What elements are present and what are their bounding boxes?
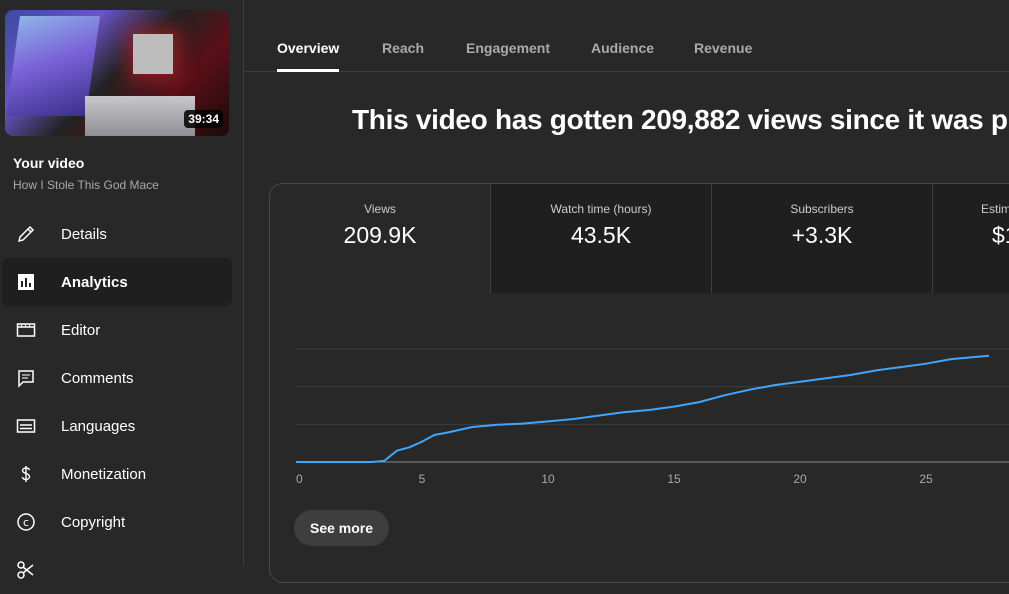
tab-audience[interactable]: Audience — [591, 40, 654, 56]
copyright-icon: c — [16, 512, 36, 532]
sidebar: 39:34 Your video How I Stole This God Ma… — [0, 0, 244, 579]
subtitles-icon — [16, 416, 36, 436]
sidebar-item-label: Monetization — [61, 465, 147, 483]
sidebar-item-label: Languages — [61, 417, 136, 435]
views-series-line — [296, 354, 990, 463]
x-tick-label: 15 — [667, 472, 681, 486]
sidebar-item-label: Analytics — [61, 273, 128, 291]
page-headline: This video has gotten 209,882 views sinc… — [352, 104, 1009, 135]
dollar-icon — [16, 464, 36, 484]
video-title[interactable]: How I Stole This God Mace — [13, 178, 159, 192]
x-tick-label: 10 — [541, 472, 555, 486]
sidebar-item-copyright[interactable]: c Copyright — [2, 498, 232, 546]
tab-reach[interactable]: Reach — [382, 40, 424, 56]
sidebar-item-languages[interactable]: Languages — [2, 402, 232, 450]
x-tick-label: 5 — [419, 472, 426, 486]
sidebar-item-details[interactable]: Details — [2, 210, 232, 258]
scissors-icon — [16, 560, 36, 580]
sidebar-item-editor[interactable]: Editor — [2, 306, 232, 354]
thumbnail-block — [85, 96, 195, 136]
sidebar-item-label: Editor — [61, 321, 101, 339]
video-thumbnail[interactable]: 39:34 — [5, 10, 229, 136]
tab-overview[interactable]: Overview — [277, 40, 339, 56]
sidebar-item-label: Comments — [61, 369, 134, 387]
tab-revenue[interactable]: Revenue — [694, 40, 752, 56]
sidebar-item-comments[interactable]: Comments — [2, 354, 232, 402]
sidebar-item-label: Details — [61, 225, 107, 243]
analytics-tabs: Overview Reach Engagement Audience Reven… — [245, 0, 1009, 72]
see-more-button[interactable]: See more — [294, 510, 390, 546]
pencil-icon — [16, 224, 36, 244]
sidebar-item-analytics[interactable]: Analytics — [2, 258, 232, 306]
sidebar-item-monetization[interactable]: Monetization — [2, 450, 232, 498]
active-tab-indicator — [277, 69, 339, 72]
svg-text:c: c — [23, 516, 29, 529]
x-tick-label: 25 — [919, 472, 933, 486]
analytics-icon — [16, 272, 36, 292]
editor-icon — [16, 320, 36, 340]
sidebar-item-label: Copyright — [61, 513, 126, 531]
thumbnail-mace — [133, 34, 173, 74]
comments-icon — [16, 368, 36, 388]
video-duration: 39:34 — [184, 110, 223, 128]
your-video-label: Your video — [13, 155, 85, 171]
sidebar-nav: Details Analytics Editor Comments Langua… — [0, 210, 244, 594]
x-tick-label: 0 — [296, 472, 303, 486]
views-line-chart[interactable]: 0 5 10 15 20 25 — [270, 184, 1009, 504]
x-tick-label: 20 — [793, 472, 807, 486]
stats-card: Views 209.9K Watch time (hours) 43.5K Su… — [269, 183, 1009, 583]
sidebar-item-clips[interactable] — [2, 546, 232, 594]
tab-engagement[interactable]: Engagement — [466, 40, 550, 56]
